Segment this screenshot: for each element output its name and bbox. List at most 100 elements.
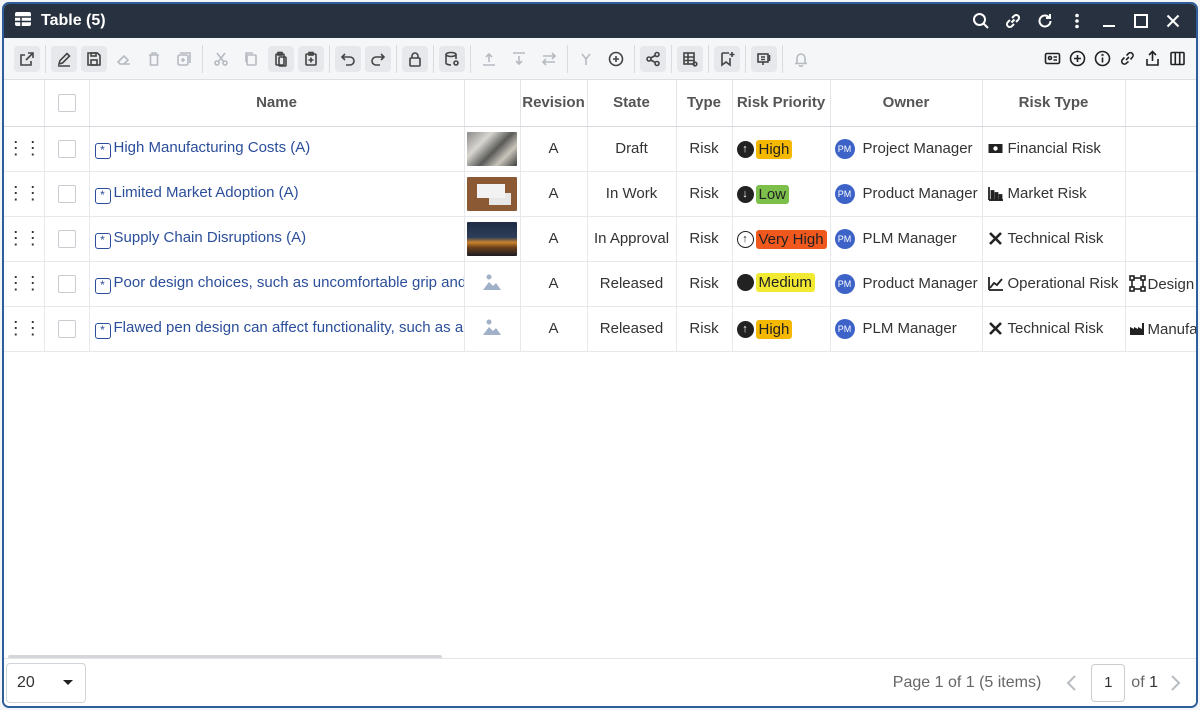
- link-icon[interactable]: [1000, 8, 1026, 34]
- lock-icon[interactable]: [402, 45, 428, 72]
- database-settings-icon[interactable]: [439, 45, 465, 72]
- state-cell: In Work: [587, 171, 677, 217]
- present-icon[interactable]: [751, 45, 777, 72]
- row-checkbox-cell[interactable]: [44, 216, 90, 262]
- maximize-icon[interactable]: [1128, 8, 1154, 34]
- drag-handle-icon[interactable]: ⋮⋮: [7, 318, 42, 338]
- name-cell[interactable]: * Limited Market Adoption (A): [89, 171, 465, 217]
- thumbnail-cell[interactable]: [464, 216, 521, 262]
- info-icon[interactable]: [1091, 47, 1113, 71]
- select-all-checkbox[interactable]: [57, 93, 76, 112]
- previous-page-button[interactable]: [1059, 670, 1085, 696]
- columns-icon[interactable]: [1166, 47, 1188, 71]
- thumbnail-cell[interactable]: [464, 306, 521, 352]
- risk-type-cell: Market Risk: [982, 171, 1126, 217]
- row-checkbox[interactable]: [57, 184, 76, 203]
- notification-bell-icon[interactable]: [788, 46, 814, 72]
- name-link[interactable]: Limited Market Adoption (A): [114, 184, 299, 201]
- thumbnail-image[interactable]: [467, 221, 517, 256]
- save-icon[interactable]: [81, 45, 107, 72]
- promote-icon[interactable]: [476, 46, 502, 72]
- name-link[interactable]: High Manufacturing Costs (A): [114, 139, 311, 156]
- close-icon[interactable]: [1160, 8, 1186, 34]
- more-vertical-icon[interactable]: [1064, 8, 1090, 34]
- minimize-icon[interactable]: [1096, 8, 1122, 34]
- table-row[interactable]: ⋮⋮ * High Manufacturing Costs (A) A Draft Ris…: [4, 126, 1196, 172]
- add-icon[interactable]: [1066, 47, 1088, 71]
- drag-handle[interactable]: ⋮⋮: [4, 261, 45, 307]
- row-checkbox[interactable]: [57, 229, 76, 248]
- column-header-owner[interactable]: Owner: [830, 80, 983, 127]
- table-settings-icon[interactable]: [677, 45, 703, 72]
- row-checkbox[interactable]: [57, 319, 76, 338]
- name-link[interactable]: Flawed pen design can affect functionali…: [114, 319, 464, 336]
- eraser-icon[interactable]: [111, 46, 137, 72]
- current-page-input[interactable]: 1: [1091, 663, 1126, 702]
- column-header-name[interactable]: Name: [89, 80, 465, 127]
- name-cell[interactable]: * High Manufacturing Costs (A): [89, 126, 465, 172]
- thumbnail-cell[interactable]: [464, 261, 521, 307]
- thumbnail-image[interactable]: [467, 176, 517, 211]
- table-window: Table (5) Name Revision State Type Risk …: [2, 2, 1198, 708]
- edit-pencil-icon[interactable]: [51, 45, 77, 72]
- name-cell[interactable]: * Flawed pen design can affect functional…: [89, 306, 465, 352]
- swap-icon[interactable]: [536, 46, 562, 72]
- page-size-select[interactable]: 20: [6, 662, 86, 703]
- table-row[interactable]: ⋮⋮ * Limited Market Adoption (A) A In Work Ri…: [4, 171, 1196, 217]
- column-header-type[interactable]: Type: [676, 80, 733, 127]
- id-card-icon[interactable]: [1041, 47, 1063, 71]
- drag-handle[interactable]: ⋮⋮: [4, 306, 45, 352]
- drag-handle-icon[interactable]: ⋮⋮: [7, 273, 42, 293]
- table-row[interactable]: ⋮⋮ * Supply Chain Disruptions (A) A In Appro…: [4, 216, 1196, 262]
- demote-icon[interactable]: [506, 46, 532, 72]
- table-row[interactable]: ⋮⋮ * Flawed pen design can affect function…: [4, 306, 1196, 352]
- thumbnail-cell[interactable]: [464, 126, 521, 172]
- delete-icon[interactable]: [141, 46, 167, 72]
- copy-icon[interactable]: [238, 46, 264, 72]
- owner-cell: PM Project Manager: [830, 126, 983, 172]
- name-cell[interactable]: * Supply Chain Disruptions (A): [89, 216, 465, 262]
- row-checkbox-cell[interactable]: [44, 261, 90, 307]
- name-link[interactable]: Supply Chain Disruptions (A): [114, 229, 307, 246]
- open-external-button[interactable]: [14, 45, 40, 72]
- column-header-revision[interactable]: Revision: [520, 80, 588, 127]
- revision-cell: A: [520, 126, 588, 172]
- type-cell: Risk: [676, 126, 733, 172]
- row-checkbox-cell[interactable]: [44, 306, 90, 352]
- thumbnail-cell[interactable]: [464, 171, 521, 217]
- search-icon[interactable]: [968, 8, 994, 34]
- drag-handle-icon[interactable]: ⋮⋮: [7, 138, 42, 158]
- export-icon[interactable]: [1141, 47, 1163, 71]
- share-icon[interactable]: [640, 45, 666, 72]
- row-checkbox[interactable]: [57, 139, 76, 158]
- row-checkbox-cell[interactable]: [44, 171, 90, 217]
- next-page-button[interactable]: [1162, 670, 1188, 696]
- cut-icon[interactable]: [208, 46, 234, 72]
- name-link[interactable]: Poor design choices, such as uncomfortab…: [114, 274, 464, 291]
- paste-icon[interactable]: [268, 45, 294, 72]
- link-chain-icon[interactable]: [1116, 47, 1138, 71]
- drag-handle[interactable]: ⋮⋮: [4, 126, 45, 172]
- branch-icon[interactable]: [573, 46, 599, 72]
- column-header-risk-type[interactable]: Risk Type: [982, 80, 1126, 127]
- row-checkbox-cell[interactable]: [44, 126, 90, 172]
- row-checkbox[interactable]: [57, 274, 76, 293]
- pagination-footer: 20 Page 1 of 1 (5 items) 1 of 1: [4, 658, 1196, 706]
- drag-handle-icon[interactable]: ⋮⋮: [7, 228, 42, 248]
- column-header-state[interactable]: State: [587, 80, 677, 127]
- thumbnail-image[interactable]: [467, 131, 517, 166]
- drag-handle[interactable]: ⋮⋮: [4, 216, 45, 262]
- column-header-risk-priority[interactable]: Risk Priority: [732, 80, 831, 127]
- undo-icon[interactable]: [335, 45, 361, 72]
- refresh-icon[interactable]: [1032, 8, 1058, 34]
- select-all-checkbox-cell[interactable]: [44, 80, 90, 127]
- redo-icon[interactable]: [365, 45, 391, 72]
- name-cell[interactable]: * Poor design choices, such as uncomforta…: [89, 261, 465, 307]
- bookmark-add-icon[interactable]: [714, 45, 740, 72]
- duplicate-icon[interactable]: [171, 46, 197, 72]
- drag-handle-icon[interactable]: ⋮⋮: [7, 183, 42, 203]
- paste-special-icon[interactable]: [298, 45, 324, 72]
- table-row[interactable]: ⋮⋮ * Poor design choices, such as uncomfor…: [4, 261, 1196, 307]
- drag-handle[interactable]: ⋮⋮: [4, 171, 45, 217]
- add-circle-icon[interactable]: [603, 46, 629, 72]
